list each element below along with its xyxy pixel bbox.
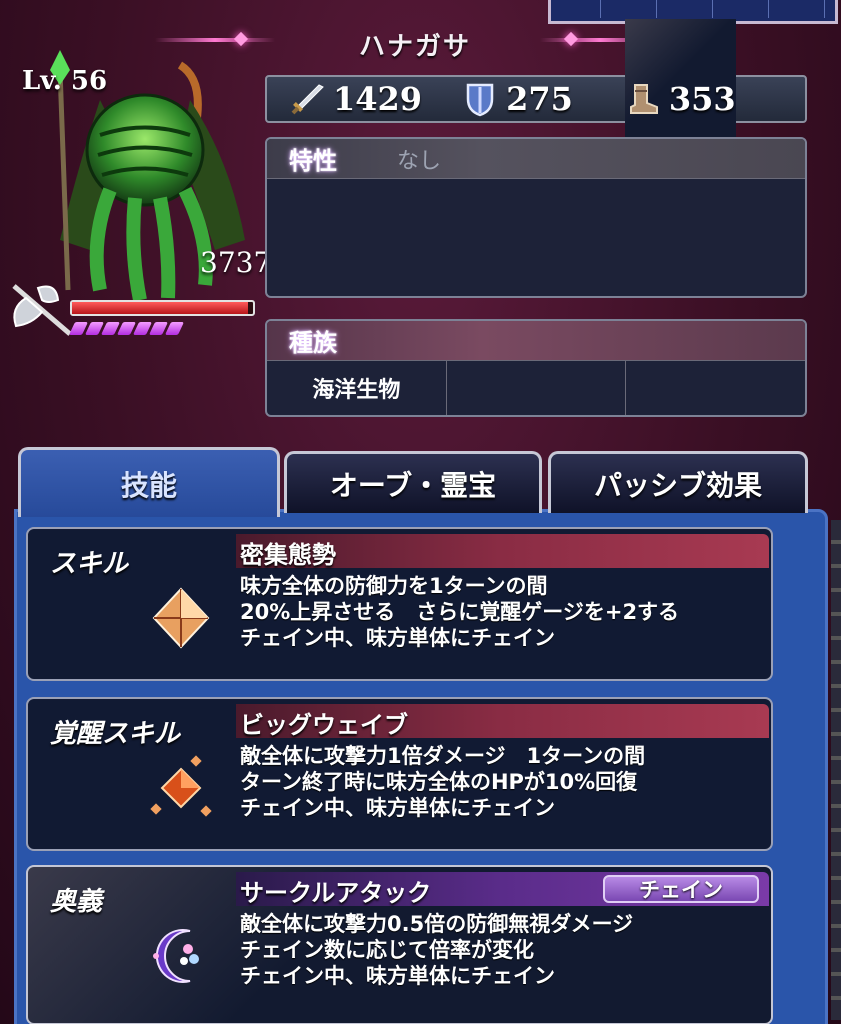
stats-panel: 1429 275 353	[265, 19, 807, 179]
skill-category: 奥義	[50, 887, 103, 917]
traits-panel: 特性 なし	[265, 137, 807, 298]
race-label: 種族	[289, 329, 337, 357]
tab-skills[interactable]: 技能	[18, 447, 280, 517]
level-label: Lv. 56	[22, 66, 108, 96]
race-cell	[626, 361, 805, 415]
axe-weapon-icon	[12, 284, 72, 336]
race-cell	[447, 361, 627, 415]
skill-description: 敵全体に攻撃力1倍ダメージ 1ターンの間 ターン終了時に味方全体のHPが10%回復…	[240, 744, 646, 820]
awakening-skill-card[interactable]: 覚醒スキル ビッグウェイブ 敵全体に攻撃力1倍ダメージ 1ターンの間 ターン終了時…	[26, 697, 773, 851]
hp-bar	[70, 300, 255, 316]
mp-gauge	[68, 322, 185, 335]
skill-name: 密集態勢	[240, 541, 336, 569]
defense-value: 275	[506, 80, 573, 118]
awakening-crystal-icon	[150, 755, 212, 817]
skill-category: 覚醒スキル	[50, 719, 181, 749]
scroll-edge	[831, 520, 841, 1020]
hp-value: 3737	[200, 246, 272, 279]
sword-icon	[291, 84, 324, 115]
crescent-moon-icon	[153, 929, 199, 983]
chain-badge: チェイン	[603, 875, 759, 903]
traits-value: なし	[397, 148, 442, 174]
skill-description: 敵全体に攻撃力0.5倍の防御無視ダメージ チェイン数に応じて倍率が変化 チェイン中、…	[240, 912, 634, 988]
tab-passive[interactable]: パッシブ効果	[548, 451, 808, 513]
speed-value: 353	[668, 80, 736, 118]
skill-card[interactable]: スキル 密集態勢 味方全体の防御力を1ターンの間 20%上昇させる さらに覚醒ゲー…	[26, 527, 773, 681]
tab-orbs[interactable]: オーブ・霊宝	[284, 451, 542, 513]
skill-name: ビッグウェイブ	[240, 711, 408, 739]
skill-description: 味方全体の防御力を1ターンの間 20%上昇させる さらに覚醒ゲージを+2する チェイ…	[240, 574, 680, 650]
boot-icon	[629, 84, 658, 114]
attack-stat: 1429	[289, 80, 422, 118]
skill-crystal-icon	[152, 587, 210, 649]
traits-label: 特性	[289, 147, 337, 175]
skill-category: スキル	[50, 549, 129, 579]
ultimate-skill-card[interactable]: 奥義 サークルアタック チェイン 敵全体に攻撃力0.5倍の防御無視ダメージ チェイ…	[26, 865, 773, 1024]
race-cell: 海洋生物	[267, 361, 447, 415]
attack-value: 1429	[333, 80, 423, 118]
shield-icon	[466, 83, 494, 117]
skill-name: サークルアタック	[240, 879, 432, 907]
race-panel: 種族 海洋生物	[265, 319, 807, 417]
